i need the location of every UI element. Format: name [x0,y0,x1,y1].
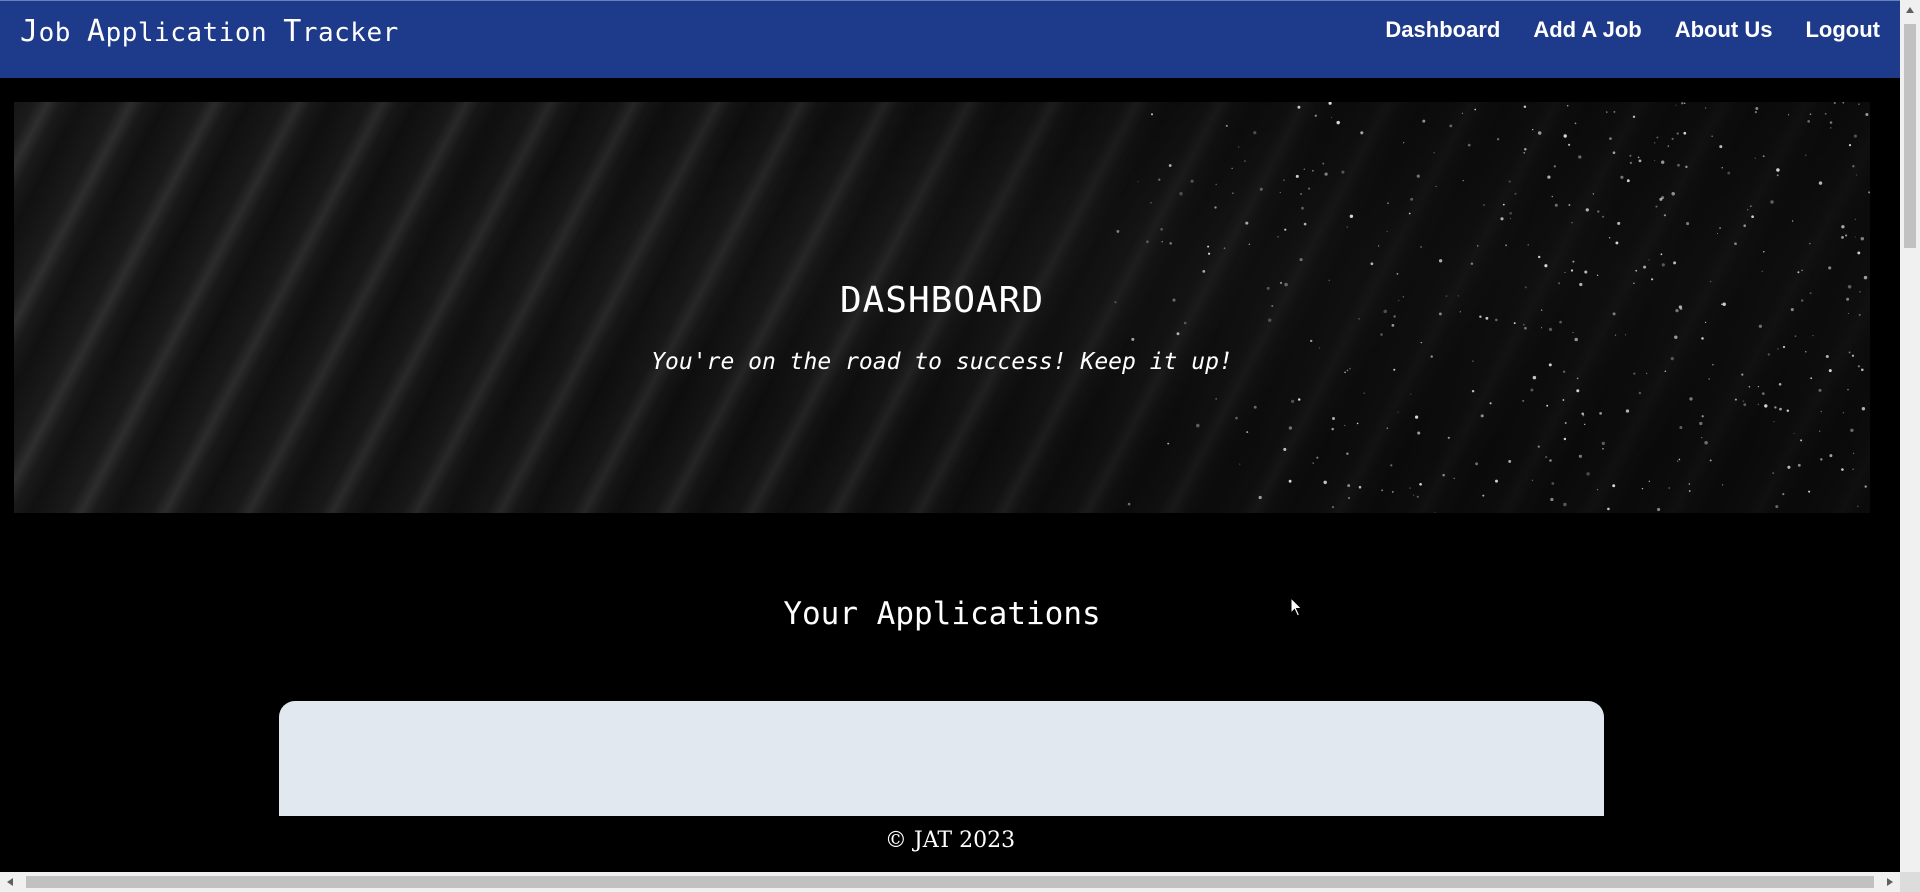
app-brand[interactable]: Job Application Tracker [20,14,399,49]
brand-text: racker [301,18,399,48]
brand-letter: J [20,14,39,49]
page-footer: © JAT 2023 [0,816,1900,872]
horizontal-scroll-thumb[interactable] [26,876,1874,888]
page-title: DASHBOARD [839,280,1045,321]
footer-copyright: © JAT 2023 [884,828,1016,853]
brand-letter: T [283,14,302,49]
nav-link-dashboard[interactable]: Dashboard [1385,17,1500,43]
scrollbar-corner [1900,872,1920,892]
vertical-scrollbar[interactable] [1900,0,1920,872]
brand-text: pplication [105,18,284,48]
scroll-left-arrow-icon[interactable] [0,872,20,892]
nav-link-logout[interactable]: Logout [1805,17,1880,43]
scroll-right-arrow-icon[interactable] [1880,872,1900,892]
nav-links: Dashboard Add A Job About Us Logout [1385,17,1880,43]
page-viewport: Job Application Tracker Dashboard Add A … [0,0,1900,872]
vertical-scroll-thumb[interactable] [1904,24,1916,248]
horizontal-scrollbar[interactable] [0,872,1900,892]
nav-link-add-a-job[interactable]: Add A Job [1533,17,1641,43]
brand-text: ob [38,18,88,48]
page-subtitle: You're on the road to success! Keep it u… [651,349,1233,375]
top-navbar: Job Application Tracker Dashboard Add A … [0,0,1900,78]
mouse-cursor-icon [1290,597,1303,617]
brand-letter: A [87,14,106,49]
applications-heading: Your Applications [783,596,1101,632]
scroll-up-arrow-icon[interactable] [1900,0,1920,20]
nav-link-about-us[interactable]: About Us [1675,17,1773,43]
hero-banner: DASHBOARD You're on the road to success!… [14,102,1870,513]
